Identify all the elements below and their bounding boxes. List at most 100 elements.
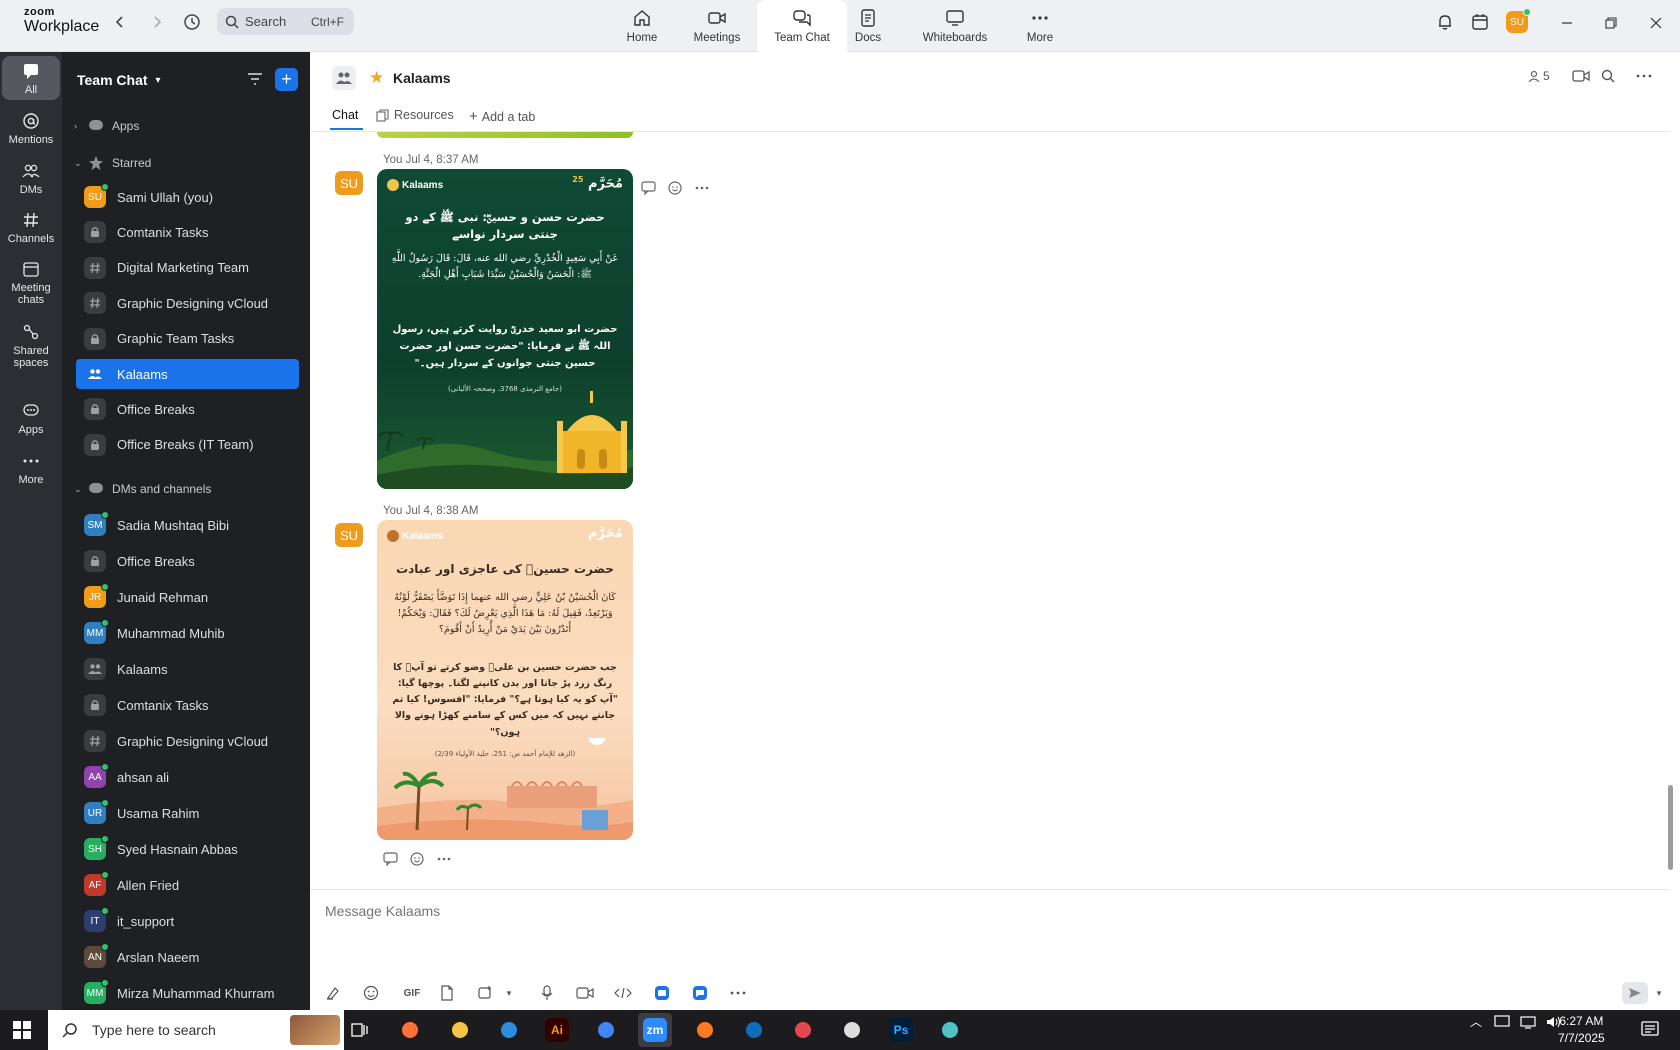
taskbar-app-task-view[interactable]: [343, 1013, 377, 1047]
taskbar-app-file-explorer[interactable]: [443, 1013, 477, 1047]
send-button[interactable]: [1622, 982, 1648, 1004]
code-snippet-icon[interactable]: [612, 982, 634, 1004]
rail-meeting-chats[interactable]: Meeting chats: [2, 260, 60, 306]
sidebar-item[interactable]: IT it_support: [76, 906, 299, 936]
rail-apps[interactable]: Apps: [2, 402, 60, 436]
sidebar-item[interactable]: Comtanix Tasks: [76, 217, 299, 247]
taskbar-app-creative-cloud[interactable]: [786, 1013, 820, 1047]
taskbar-clock[interactable]: 6:27 AM 7/7/2025: [1558, 1013, 1605, 1047]
taskbar-app-app-generic[interactable]: [933, 1013, 967, 1047]
network-icon[interactable]: [1520, 1015, 1536, 1029]
history-clock-icon[interactable]: [178, 8, 206, 36]
sidebar-item[interactable]: Kalaams: [76, 359, 299, 389]
windows-start-icon[interactable]: [12, 1020, 32, 1040]
filter-icon[interactable]: [246, 70, 264, 88]
sidebar-item[interactable]: AF Allen Fried: [76, 870, 299, 900]
minimize-button[interactable]: [1556, 12, 1578, 34]
tab-more[interactable]: More: [995, 0, 1085, 52]
taskbar-app-pen-tool[interactable]: [835, 1013, 869, 1047]
chevron-down-icon[interactable]: ▾: [498, 982, 520, 1004]
attach-file-icon[interactable]: [436, 982, 458, 1004]
tab-chat[interactable]: Chat: [332, 108, 358, 122]
notification-center-icon[interactable]: [1640, 1020, 1660, 1040]
sidebar-item[interactable]: MM Muhammad Muhib: [76, 618, 299, 648]
add-reaction-icon[interactable]: [668, 180, 683, 195]
sidebar-item[interactable]: Office Breaks: [76, 546, 299, 576]
tab-docs[interactable]: Docs: [823, 0, 913, 52]
reply-thread-icon[interactable]: [383, 851, 398, 866]
members-count-button[interactable]: 5: [1528, 69, 1550, 83]
taskbar-app-illustrator[interactable]: Ai: [540, 1013, 574, 1047]
sidebar-title[interactable]: Team Chat ▾: [77, 72, 161, 88]
tab-whiteboards[interactable]: Whiteboards: [910, 0, 1000, 52]
reply-thread-icon[interactable]: [641, 180, 656, 195]
close-button[interactable]: [1645, 12, 1667, 34]
previous-image-fragment[interactable]: [377, 132, 633, 138]
taskbar-app-firefox[interactable]: [393, 1013, 427, 1047]
sidebar-item[interactable]: Digital Marketing Team: [76, 253, 299, 283]
restore-button[interactable]: [1600, 12, 1622, 34]
sidebar-item[interactable]: Graphic Designing vCloud: [76, 726, 299, 756]
composer-more-icon[interactable]: [727, 982, 749, 1004]
taskbar-app-zoom[interactable]: zm: [638, 1013, 672, 1047]
send-options-chevron-icon[interactable]: ▾: [1648, 982, 1670, 1004]
taskbar-app-vscode[interactable]: [492, 1013, 526, 1047]
channel-search-button[interactable]: [1601, 69, 1615, 83]
sidebar-item[interactable]: Kalaams: [76, 654, 299, 684]
notifications-bell-icon[interactable]: [1431, 8, 1459, 36]
screenshot-icon[interactable]: [474, 982, 496, 1004]
tab-resources[interactable]: Resources: [376, 108, 454, 122]
rail-channels[interactable]: Channels: [2, 211, 60, 245]
search-input[interactable]: Search Ctrl+F: [217, 8, 354, 35]
zoom-app-icon[interactable]: [689, 982, 711, 1004]
sidebar-item[interactable]: SH Syed Hasnain Abbas: [76, 834, 299, 864]
taskbar-search[interactable]: Type here to search: [48, 1010, 344, 1050]
app-integration-icon[interactable]: [651, 982, 673, 1004]
add-reaction-icon[interactable]: [410, 851, 425, 866]
forward-arrow-icon[interactable]: [143, 8, 171, 36]
video-call-button[interactable]: [1572, 69, 1590, 83]
sidebar-item[interactable]: Graphic Team Tasks: [76, 324, 299, 354]
sidebar-item[interactable]: UR Usama Rahim: [76, 798, 299, 828]
starred-icon[interactable]: ★: [369, 68, 384, 88]
channel-more-button[interactable]: [1636, 69, 1652, 83]
calendar-icon[interactable]: [1466, 8, 1494, 36]
tab-meetings[interactable]: Meetings: [672, 0, 762, 52]
message-input[interactable]: [325, 896, 1625, 926]
channel-members-icon[interactable]: [332, 66, 356, 90]
format-text-icon[interactable]: [322, 982, 344, 1004]
rail-dms[interactable]: DMs: [2, 162, 60, 196]
user-avatar[interactable]: SU: [1506, 8, 1531, 33]
section-apps[interactable]: › Apps: [74, 117, 139, 135]
gif-button[interactable]: GIF: [398, 982, 426, 1004]
tray-overflow-chevron-icon[interactable]: ︿: [1470, 1013, 1482, 1030]
video-message-icon[interactable]: [574, 982, 596, 1004]
tray-app-icon[interactable]: [1494, 1014, 1510, 1029]
sidebar-item[interactable]: Comtanix Tasks: [76, 690, 299, 720]
sidebar-item[interactable]: SM Sadia Mushtaq Bibi: [76, 510, 299, 540]
taskbar-app-xampp[interactable]: [688, 1013, 722, 1047]
rail-more[interactable]: More: [2, 452, 60, 486]
taskbar-app-chrome[interactable]: [589, 1013, 623, 1047]
rail-all[interactable]: All: [2, 56, 60, 100]
sidebar-item[interactable]: SU Sami Ullah (you): [76, 182, 299, 212]
message-image-card[interactable]: Kalaams مُحَرَّم حضرت حسینؓ کی عاجزی اور…: [377, 520, 633, 840]
taskbar-app-photoshop[interactable]: Ps: [884, 1013, 918, 1047]
sidebar-item[interactable]: JR Junaid Rehman: [76, 582, 299, 612]
section-starred[interactable]: ⌄ Starred: [74, 154, 151, 172]
message-avatar[interactable]: SU: [335, 171, 363, 195]
chat-scrollbar[interactable]: [1668, 785, 1673, 870]
message-avatar[interactable]: SU: [335, 523, 363, 547]
sidebar-item[interactable]: AN Arslan Naeem: [76, 942, 299, 972]
emoji-icon[interactable]: [360, 982, 382, 1004]
message-image-card[interactable]: Kalaams مُحَرَّم 25 حضرت حسن و حسینؓ: نب…: [377, 169, 633, 489]
back-arrow-icon[interactable]: [106, 8, 134, 36]
taskbar-app-outlook[interactable]: [737, 1013, 771, 1047]
message-more-icon[interactable]: [695, 181, 709, 195]
sidebar-item[interactable]: Office Breaks (IT Team): [76, 430, 299, 460]
new-chat-button[interactable]: +: [275, 68, 298, 91]
section-dms-channels[interactable]: ⌄ DMs and channels: [74, 480, 211, 498]
rail-mentions[interactable]: Mentions: [2, 112, 60, 146]
sidebar-item[interactable]: MM Mirza Muhammad Khurram: [76, 978, 299, 1008]
message-more-icon[interactable]: [437, 852, 451, 866]
